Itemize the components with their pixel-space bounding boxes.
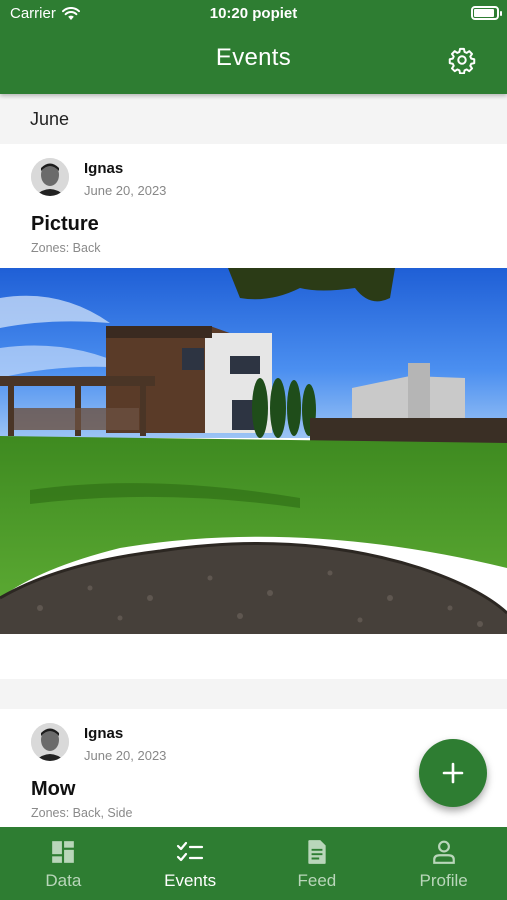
month-header: June — [0, 94, 507, 144]
nav-label-events: Events — [164, 871, 217, 890]
event-card[interactable]: Ignas June 20, 2023 Picture Zones: Back — [0, 144, 507, 679]
nav-item-profile[interactable]: Profile — [380, 827, 507, 900]
event-photo[interactable] — [0, 268, 507, 634]
status-bar: Carrier 10:20 popiet — [0, 0, 507, 28]
page-title: Events — [215, 44, 292, 71]
nav-item-events[interactable]: Events — [127, 827, 254, 900]
event-date: June 20, 2023 — [84, 748, 167, 763]
month-label: June — [30, 108, 70, 129]
events-screen: Carrier 10:20 popiet Events June Ignas J… — [0, 0, 507, 900]
event-date: June 20, 2023 — [84, 183, 167, 198]
header: Carrier 10:20 popiet Events — [0, 0, 507, 94]
checklist-icon — [177, 841, 204, 862]
gear-icon — [448, 47, 476, 74]
nav-label-profile: Profile — [419, 871, 468, 890]
nav-item-feed[interactable]: Feed — [254, 827, 381, 900]
nav-label-feed: Feed — [297, 871, 337, 890]
battery-level — [474, 9, 494, 17]
event-zones: Zones: Back — [31, 241, 101, 255]
nav-item-data[interactable]: Data — [0, 827, 127, 900]
card-gap — [0, 679, 507, 709]
event-author: Ignas — [84, 160, 124, 177]
dashboard-icon — [52, 841, 75, 863]
events-list[interactable]: June Ignas June 20, 2023 Picture Zones: … — [0, 94, 507, 827]
event-zones: Zones: Back, Side — [31, 806, 133, 820]
nav-label-data: Data — [45, 871, 82, 890]
plus-icon — [442, 762, 464, 784]
card-spacer — [0, 634, 507, 679]
add-event-button[interactable] — [419, 739, 487, 807]
avatar — [31, 723, 69, 761]
event-title: Mow — [31, 778, 76, 800]
bottom-nav: Data Events Feed Profile — [0, 827, 507, 900]
status-time: 10:20 popiet — [209, 5, 298, 22]
battery-icon — [471, 6, 502, 20]
settings-button[interactable] — [447, 45, 477, 75]
person-icon — [432, 840, 455, 864]
event-title: Picture — [31, 213, 99, 235]
document-icon — [308, 840, 326, 864]
event-author: Ignas — [84, 725, 124, 742]
avatar — [31, 158, 69, 196]
event-card-header: Ignas June 20, 2023 Picture Zones: Back — [0, 144, 507, 268]
